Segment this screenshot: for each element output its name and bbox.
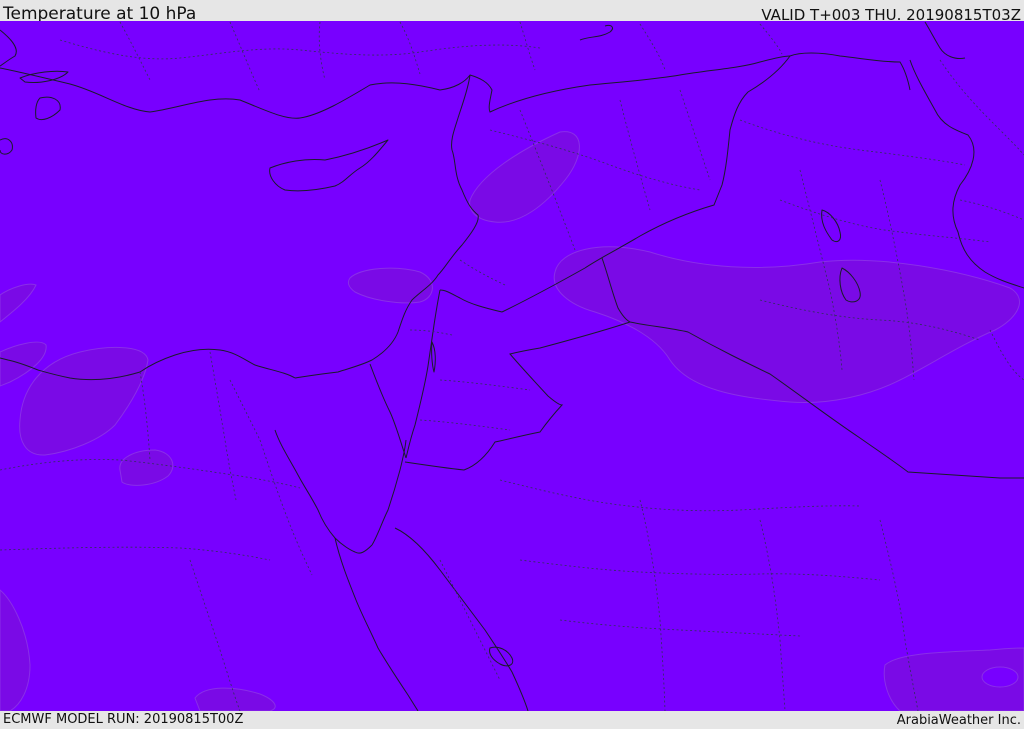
weather-map	[0, 21, 1024, 711]
model-run-label: ECMWF MODEL RUN: 20190815T00Z	[3, 712, 244, 727]
header-bar: Temperature at 10 hPa VALID T+003 THU. 2…	[0, 0, 1024, 24]
contour-hole-se	[981, 666, 1019, 688]
footer-bar: ECMWF MODEL RUN: 20190815T00Z ArabiaWeat…	[0, 711, 1024, 729]
credit-label: ArabiaWeather Inc.	[896, 713, 1021, 728]
